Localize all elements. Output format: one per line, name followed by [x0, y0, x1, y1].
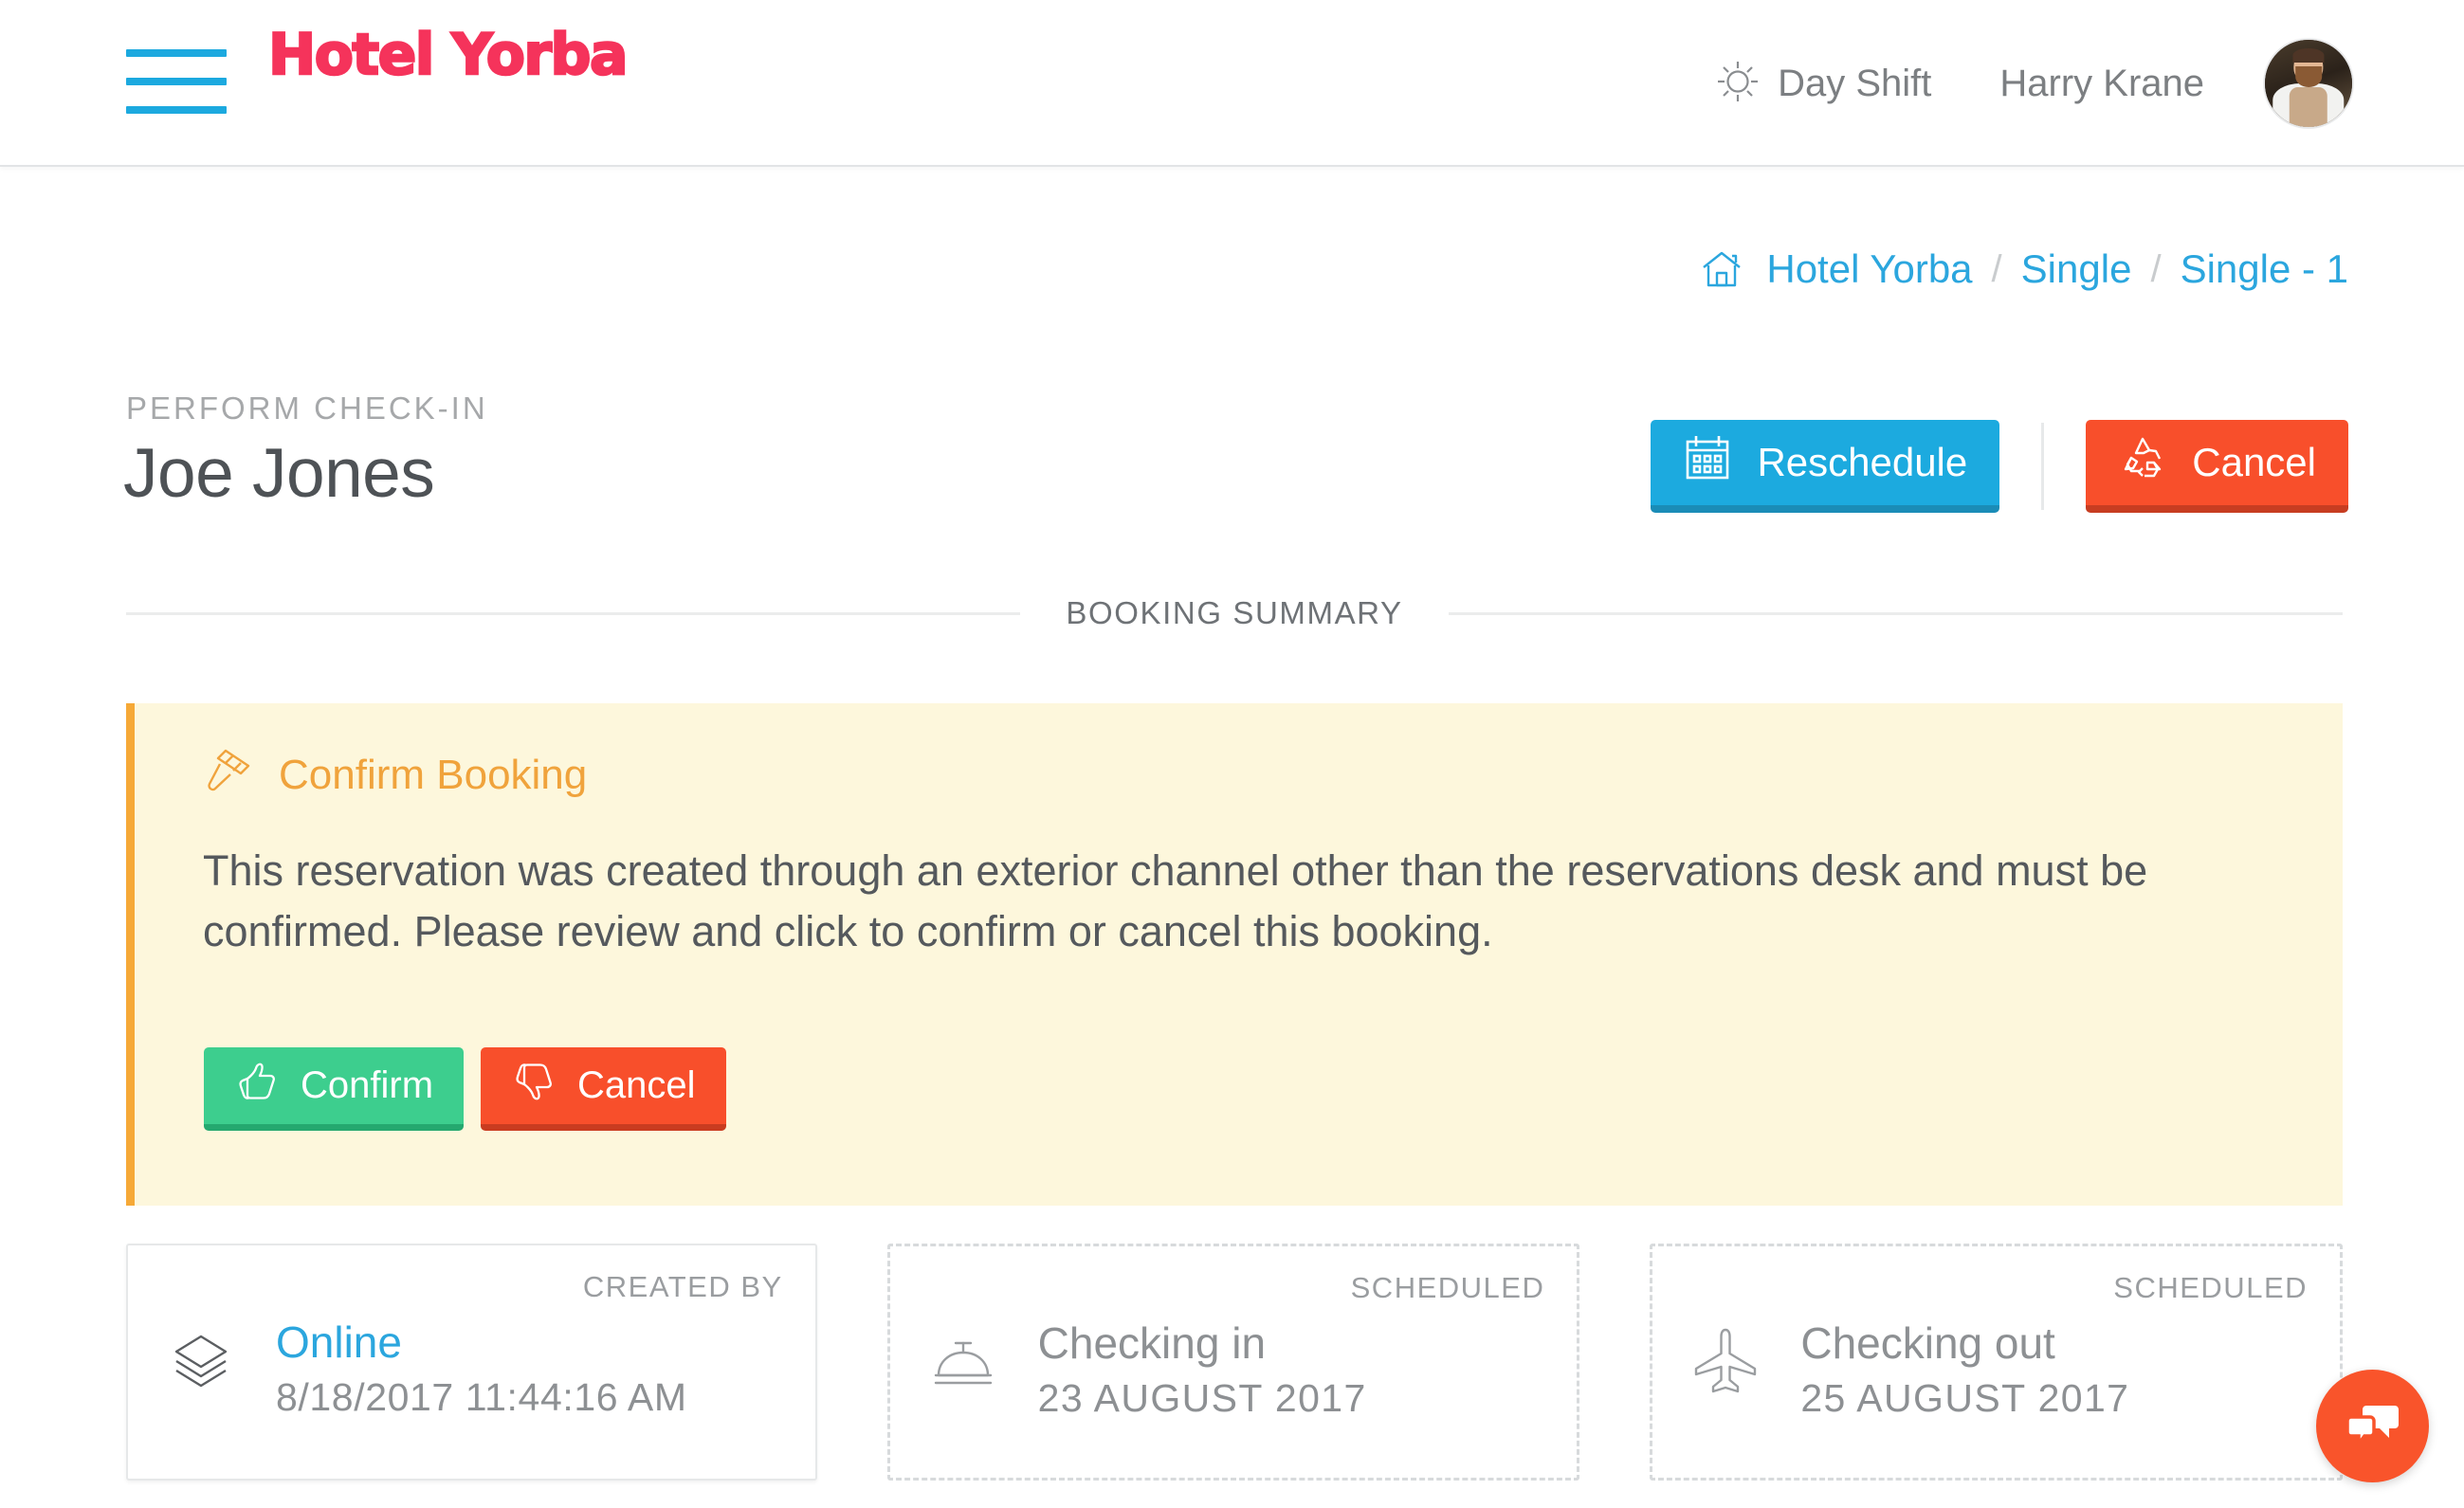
- card-tag: SCHEDULED: [2113, 1271, 2309, 1304]
- alert-title-text: Confirm Booking: [279, 751, 588, 798]
- shift-label: Day Shift: [1778, 62, 1932, 104]
- alert-body-text: This reservation was created through an …: [203, 846, 2148, 956]
- service-bell-icon: [926, 1324, 1000, 1398]
- alert-cancel-button-label: Cancel: [577, 1064, 696, 1106]
- thumbs-up-icon: [234, 1059, 280, 1114]
- card-text-group: Checking in 23 AUGUST 2017: [1038, 1320, 1367, 1421]
- breadcrumb-item-single-1[interactable]: Single - 1: [2181, 246, 2348, 292]
- card-subtext: 23 AUGUST 2017: [1037, 1375, 1367, 1420]
- avatar-beard: [2295, 65, 2322, 87]
- page-actions: Reschedule Cancel: [1651, 420, 2348, 513]
- home-icon[interactable]: [1700, 247, 1743, 291]
- gavel-icon: [205, 745, 254, 805]
- shift-indicator[interactable]: Day Shift: [1715, 59, 1931, 109]
- sun-icon: [1715, 59, 1761, 109]
- breadcrumb-item-single[interactable]: Single: [2021, 246, 2132, 292]
- cancel-booking-button-label: Cancel: [2192, 440, 2316, 484]
- recycle-icon: [2118, 433, 2167, 492]
- thumbs-down-icon: [511, 1059, 557, 1114]
- card-tag: SCHEDULED: [1350, 1271, 1545, 1304]
- app-header: Hotel Yorba Day Shift Harry Krane: [0, 0, 2464, 167]
- card-checking-in: SCHEDULED Checking in 23 AUGUST 2017: [886, 1244, 1580, 1481]
- booking-summary-divider: BOOKING SUMMARY: [126, 595, 2343, 631]
- brand-logo[interactable]: Hotel Yorba: [267, 26, 630, 85]
- divider-line-left: [126, 611, 1021, 615]
- actions-divider: [2041, 423, 2045, 510]
- breadcrumb: Hotel Yorba / Single / Single - 1: [1700, 246, 2348, 292]
- card-text-group: Online 8/18/2017 11:44:16 AM: [276, 1319, 687, 1420]
- breadcrumb-item-hotel-yorba[interactable]: Hotel Yorba: [1766, 246, 1972, 292]
- card-checking-out: SCHEDULED Checking out 25 AUGUST 2017: [1650, 1244, 2344, 1481]
- hamburger-bar: [126, 106, 227, 114]
- avatar-hair: [2292, 48, 2325, 63]
- page-eyebrow: PERFORM CHECK-IN: [126, 391, 488, 426]
- card-created-by: CREATED BY Online 8/18/2017 11:44:16 AM: [126, 1244, 817, 1481]
- page-title: Joe Jones: [123, 435, 435, 512]
- breadcrumb-separator: /: [2150, 247, 2162, 290]
- avatar-apron: [2289, 86, 2328, 127]
- card-heading[interactable]: Online: [276, 1319, 687, 1366]
- card-content: Checking out 25 AUGUST 2017: [1688, 1320, 2129, 1421]
- booking-info-cards: CREATED BY Online 8/18/2017 11:44:16 AM …: [126, 1244, 2344, 1481]
- hamburger-bar: [126, 49, 227, 57]
- alert-cancel-button[interactable]: Cancel: [481, 1047, 726, 1131]
- booking-summary-label: BOOKING SUMMARY: [1066, 595, 1403, 630]
- layers-icon: [164, 1323, 238, 1397]
- card-content: Online 8/18/2017 11:44:16 AM: [164, 1319, 687, 1420]
- alert-title-row: Confirm Booking: [205, 745, 587, 805]
- confirm-button-label: Confirm: [301, 1064, 434, 1106]
- card-subtext: 25 AUGUST 2017: [1800, 1375, 2130, 1420]
- header-right-group: Day Shift Harry Krane: [1715, 32, 2352, 135]
- chat-bubbles-icon: [2344, 1394, 2402, 1458]
- airplane-icon: [1688, 1324, 1762, 1398]
- card-subtext: 8/18/2017 11:44:16 AM: [276, 1374, 687, 1419]
- hamburger-icon[interactable]: [126, 49, 227, 114]
- reschedule-button[interactable]: Reschedule: [1651, 420, 2000, 513]
- confirm-booking-alert: Confirm Booking This reservation was cre…: [126, 703, 2343, 1206]
- cancel-booking-button[interactable]: Cancel: [2086, 420, 2348, 513]
- reschedule-button-label: Reschedule: [1757, 440, 1968, 484]
- breadcrumb-separator: /: [1991, 247, 2002, 290]
- hamburger-bar: [126, 78, 227, 85]
- divider-line-right: [1448, 611, 2343, 615]
- user-name[interactable]: Harry Krane: [1999, 63, 2204, 105]
- card-heading: Checking out: [1800, 1318, 2055, 1368]
- card-text-group: Checking out 25 AUGUST 2017: [1800, 1320, 2129, 1421]
- card-content: Checking in 23 AUGUST 2017: [926, 1320, 1367, 1421]
- alert-actions: Confirm Cancel: [204, 1047, 726, 1131]
- confirm-button[interactable]: Confirm: [204, 1047, 465, 1131]
- avatar[interactable]: [2265, 40, 2352, 127]
- card-heading: Checking in: [1037, 1318, 1267, 1368]
- chat-button[interactable]: [2316, 1370, 2429, 1482]
- card-tag: CREATED BY: [582, 1270, 783, 1303]
- calendar-icon: [1683, 433, 1732, 492]
